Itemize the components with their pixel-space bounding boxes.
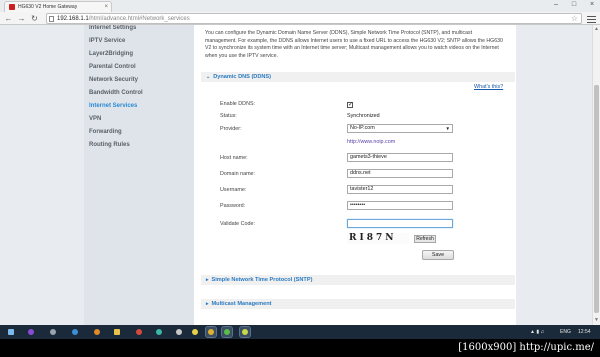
validate-code-field[interactable] xyxy=(347,219,453,228)
app-green-icon[interactable] xyxy=(221,326,233,338)
sidebar-item-internet-settings[interactable]: Internet Settings xyxy=(89,25,136,31)
provider-select[interactable]: No-IP.com ▼ xyxy=(347,124,453,133)
status-value: Synchronized xyxy=(347,113,380,119)
clock[interactable]: 12:54 xyxy=(578,327,591,337)
password-field[interactable]: •••••••• xyxy=(347,201,453,210)
sidebar-item-vpn[interactable]: VPN xyxy=(89,116,101,122)
sidebar-item-layer2bridging[interactable]: Layer2Bridging xyxy=(89,51,133,57)
enable-ddns-label: Enable DDNS: xyxy=(220,101,256,107)
app-yellow-icon[interactable] xyxy=(190,327,200,337)
domain-name-field[interactable]: ddns.net xyxy=(347,169,453,178)
tray-icons[interactable]: ▲ ▮ ♫ xyxy=(530,327,544,337)
page-viewport: Internet Settings IPTV Service Layer2Bri… xyxy=(0,25,600,325)
tab-strip: HG630 V2 Home Gateway × – □ × xyxy=(0,0,600,12)
huawei-favicon-icon xyxy=(9,4,15,10)
whats-this-link[interactable]: What's this? xyxy=(474,84,503,90)
domain-name-label: Domain name: xyxy=(220,171,256,177)
username-label: Username: xyxy=(220,187,247,193)
star-icon[interactable]: ☆ xyxy=(571,14,578,23)
scroll-down-icon[interactable]: ▼ xyxy=(594,317,599,323)
app-gray-icon[interactable] xyxy=(48,327,58,337)
host-name-label: Host name: xyxy=(220,155,248,161)
intro-text: You can configure the Dynamic Domain Nam… xyxy=(205,30,503,60)
url-host: 192.168.1.1 xyxy=(57,15,89,22)
app-lime-icon[interactable] xyxy=(239,326,251,338)
address-bar[interactable]: 192.168.1.1/html/advance.html#Network_se… xyxy=(46,13,582,24)
validate-code-label: Validate Code: xyxy=(220,221,255,227)
forward-arrow-icon[interactable]: → xyxy=(16,13,27,24)
sidebar-item-bandwidth-control[interactable]: Bandwidth Control xyxy=(89,90,143,96)
tab-close-icon[interactable]: × xyxy=(104,4,108,10)
url-path: /html/advance.html#Network_services xyxy=(88,15,190,22)
provider-link[interactable]: http://www.noip.com xyxy=(347,139,395,145)
sidebar-item-routing-rules[interactable]: Routing Rules xyxy=(89,142,130,148)
reload-icon[interactable]: ↻ xyxy=(29,13,40,24)
back-arrow-icon[interactable]: ← xyxy=(3,13,14,24)
chevron-down-icon: ⌄ xyxy=(206,74,211,80)
vertical-scrollbar[interactable]: ▲ ▼ xyxy=(592,25,600,325)
username-field[interactable]: tavister12 xyxy=(347,185,453,194)
provider-label: Provider: xyxy=(220,126,242,132)
scroll-up-icon[interactable]: ▲ xyxy=(594,26,599,32)
host-name-field[interactable]: gamets3-thieve xyxy=(347,153,453,162)
page-icon xyxy=(49,16,54,22)
app-orange-icon[interactable] xyxy=(92,327,102,337)
language-indicator[interactable]: ENG xyxy=(560,327,571,337)
chevron-right-icon: ▸ xyxy=(206,277,209,283)
sidebar-item-parental-control[interactable]: Parental Control xyxy=(89,64,136,70)
folder-icon[interactable] xyxy=(112,327,122,337)
sntp-section-title: Simple Network Time Protocol (SNTP) xyxy=(211,277,313,283)
start-button[interactable] xyxy=(6,327,16,337)
maximize-button[interactable]: □ xyxy=(566,0,582,10)
password-label: Password: xyxy=(220,203,246,209)
sidebar-item-iptv-service[interactable]: IPTV Service xyxy=(89,38,125,44)
sntp-section-header[interactable]: ▸ Simple Network Time Protocol (SNTP) xyxy=(201,275,515,285)
main-content: You can configure the Dynamic Domain Nam… xyxy=(200,25,516,325)
chevron-right-icon: ▸ xyxy=(206,301,209,307)
provider-selected-value: No-IP.com xyxy=(350,125,375,131)
enable-ddns-checkbox[interactable]: ✓ xyxy=(347,102,353,108)
watermark-text: [1600x900] http://upic.me/ xyxy=(458,342,594,353)
hamburger-menu-icon[interactable] xyxy=(587,14,596,23)
chrome-icon[interactable] xyxy=(205,326,217,338)
minimize-button[interactable]: – xyxy=(548,0,564,10)
captcha-image: RI87N xyxy=(347,233,409,244)
ddns-section-title: Dynamic DNS (DDNS) xyxy=(213,74,272,80)
save-button[interactable]: Save xyxy=(422,250,454,260)
app-teal-icon[interactable] xyxy=(154,327,164,337)
sidebar-item-internet-services[interactable]: Internet Services xyxy=(89,103,137,109)
left-gutter xyxy=(0,25,84,325)
bottom-strip: [1600x900] http://upic.me/ xyxy=(0,339,600,357)
app-red-icon[interactable] xyxy=(134,327,144,337)
tab-title: HG630 V2 Home Gateway xyxy=(18,4,78,10)
app-blue-icon[interactable] xyxy=(70,327,80,337)
sidebar-item-network-security[interactable]: Network Security xyxy=(89,77,138,83)
browser-toolbar: ← → ↻ 192.168.1.1/html/advance.html#Netw… xyxy=(0,12,600,25)
app-purple-icon[interactable] xyxy=(26,327,36,337)
sidebar-item-forwarding[interactable]: Forwarding xyxy=(89,129,122,135)
scrollbar-thumb[interactable] xyxy=(594,85,599,313)
browser-tab[interactable]: HG630 V2 Home Gateway × xyxy=(4,1,112,12)
right-gutter xyxy=(516,25,592,325)
taskbar: ▲ ▮ ♫ ENG 12:54 xyxy=(0,325,600,339)
app-silver-icon[interactable] xyxy=(174,327,184,337)
close-window-button[interactable]: × xyxy=(584,0,600,10)
multicast-section-header[interactable]: ▸ Multicast Management xyxy=(201,299,515,309)
status-label: Status: xyxy=(220,113,237,119)
multicast-section-title: Multicast Management xyxy=(211,301,272,307)
refresh-captcha-button[interactable]: Refresh xyxy=(414,235,436,243)
sidebar: Internet Settings IPTV Service Layer2Bri… xyxy=(84,25,194,325)
dropdown-caret-icon: ▼ xyxy=(445,126,450,131)
ddns-section-header[interactable]: ⌄ Dynamic DNS (DDNS) xyxy=(201,72,515,82)
